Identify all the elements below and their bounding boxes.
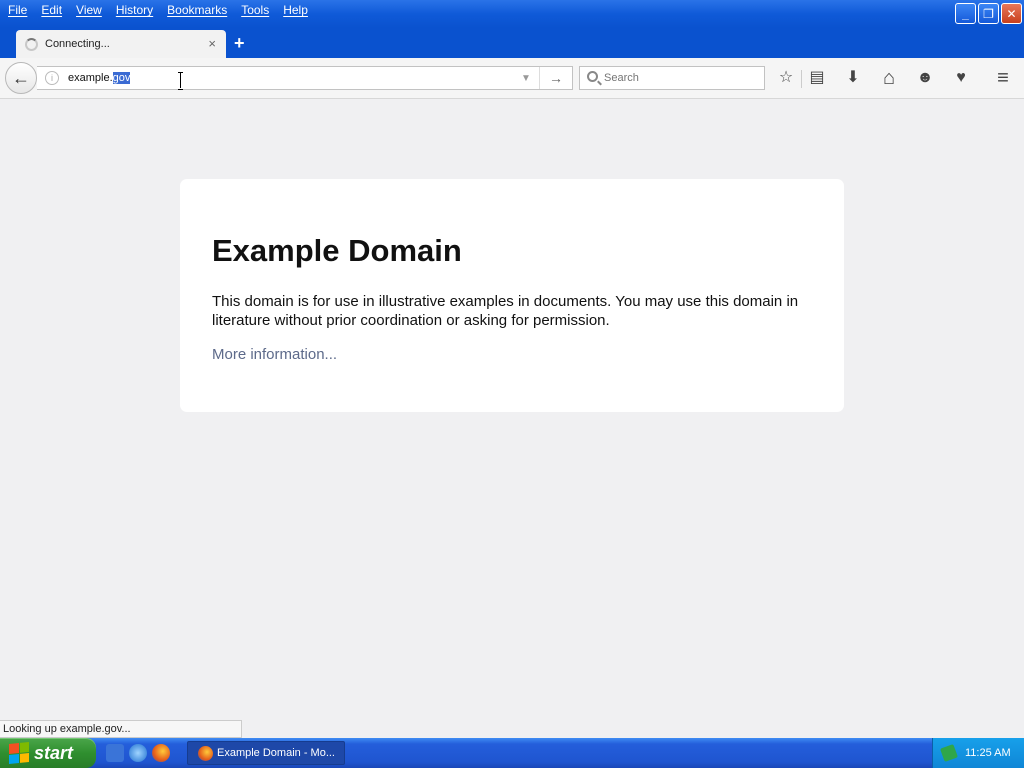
taskbar-item-firefox[interactable]: Example Domain - Mo... <box>187 741 345 765</box>
firefox-icon <box>198 746 213 761</box>
tab-close-icon[interactable]: × <box>208 36 216 51</box>
tab-title: Connecting... <box>45 38 110 50</box>
go-arrow-icon[interactable]: → <box>539 67 572 89</box>
quicklaunch-firefox-icon[interactable] <box>152 744 170 762</box>
search-icon <box>587 71 598 82</box>
navigation-bar: ← i example.gov ▼ → ☆ ▤ ⬇ ⌂ ☻ ♥ ≡ <box>0 58 1024 99</box>
restore-button[interactable]: ❐ <box>978 3 999 24</box>
quicklaunch-ie-icon[interactable] <box>129 744 147 762</box>
close-window-button[interactable]: ✕ <box>1001 3 1022 24</box>
reading-list-icon[interactable]: ▤ <box>805 66 829 90</box>
menu-file[interactable]: File <box>2 3 35 17</box>
start-button[interactable]: start <box>0 738 96 768</box>
content-card: Example Domain This domain is for use in… <box>180 179 844 412</box>
menu-history[interactable]: History <box>110 3 161 17</box>
bookmark-star-icon[interactable]: ☆ <box>774 66 798 90</box>
page-description: This domain is for use in illustrative e… <box>212 293 799 329</box>
new-tab-button[interactable]: + <box>234 33 245 54</box>
menu-help[interactable]: Help <box>277 3 316 17</box>
url-bar[interactable]: i example.gov ▼ → <box>37 66 573 90</box>
url-selected-text: gov <box>112 72 131 84</box>
hello-icon[interactable]: ☻ <box>913 66 937 90</box>
start-label: start <box>34 742 74 763</box>
title-bar: File Edit View History Bookmarks Tools H… <box>0 0 1024 28</box>
more-information-link[interactable]: More information... <box>212 346 337 363</box>
downloads-icon[interactable]: ⬇ <box>841 66 865 90</box>
text-cursor-icon <box>178 72 184 90</box>
url-text[interactable]: example.gov <box>68 72 131 84</box>
tab-strip: Connecting... × <box>0 28 1024 58</box>
loading-throbber-icon <box>25 38 38 51</box>
menu-view[interactable]: View <box>70 3 110 17</box>
system-tray: 11:25 AM <box>932 738 1024 768</box>
menu-tools[interactable]: Tools <box>235 3 277 17</box>
back-button[interactable]: ← <box>5 62 37 94</box>
minimize-button[interactable]: _ <box>955 3 976 24</box>
windows-logo-icon <box>9 741 29 765</box>
menu-edit[interactable]: Edit <box>35 3 70 17</box>
search-box[interactable] <box>579 66 765 90</box>
page-title: Example Domain <box>212 233 462 268</box>
page-content: Example Domain This domain is for use in… <box>0 99 1024 720</box>
clock: 11:25 AM <box>965 747 1011 759</box>
taskbar-item-label: Example Domain - Mo... <box>217 747 335 759</box>
info-icon[interactable]: i <box>45 71 59 85</box>
pocket-icon[interactable]: ♥ <box>949 66 973 90</box>
menu-bar: File Edit View History Bookmarks Tools H… <box>2 3 316 17</box>
url-main-text: example. <box>68 72 113 84</box>
toolbar-separator <box>801 70 802 88</box>
url-dropdown-icon[interactable]: ▼ <box>521 73 531 84</box>
status-bar: Looking up example.gov... <box>0 720 242 738</box>
menu-bookmarks[interactable]: Bookmarks <box>161 3 235 17</box>
quicklaunch-desktop-icon[interactable] <box>106 744 124 762</box>
home-icon[interactable]: ⌂ <box>877 66 901 90</box>
search-input[interactable] <box>604 69 754 87</box>
taskbar: start Example Domain - Mo... 11:25 AM <box>0 738 1024 768</box>
network-tray-icon[interactable] <box>940 744 958 762</box>
menu-icon[interactable]: ≡ <box>991 66 1015 90</box>
tab-connecting[interactable]: Connecting... × <box>16 30 226 58</box>
